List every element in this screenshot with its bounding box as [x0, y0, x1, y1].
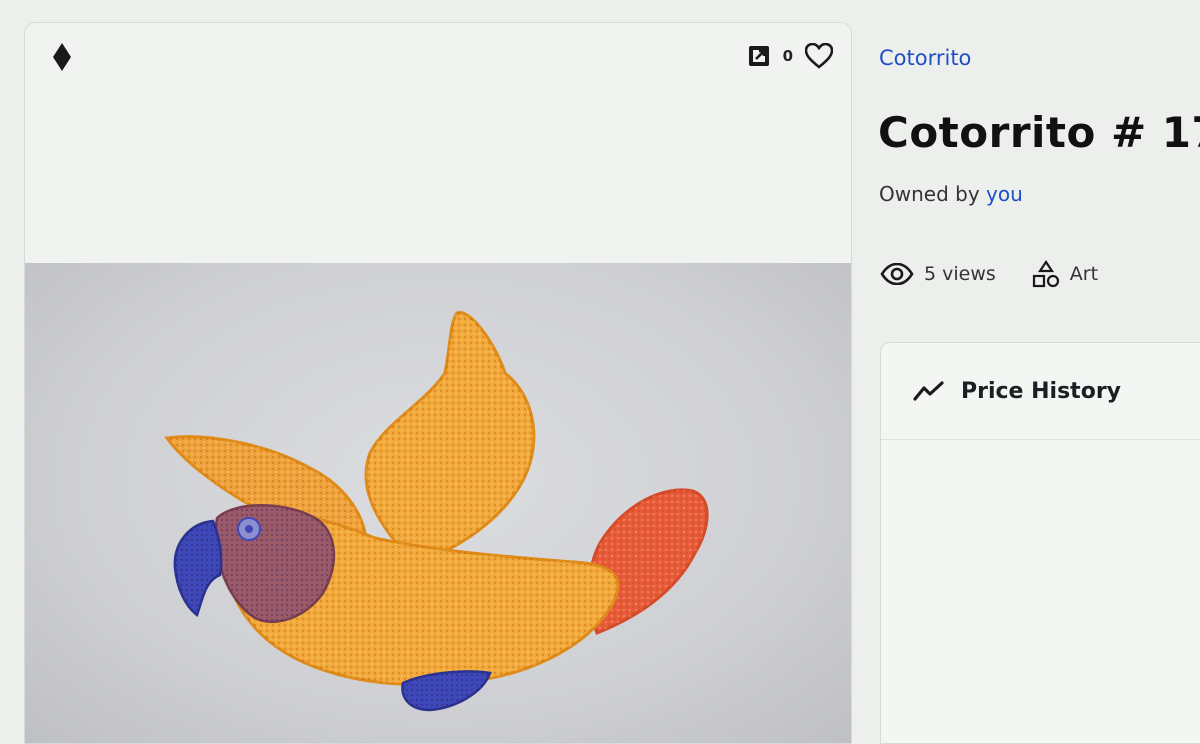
asset-title: Cotorrito # 17 — [878, 108, 1200, 157]
owner-link[interactable]: you — [986, 182, 1023, 206]
eye-icon — [880, 263, 914, 285]
category-stat[interactable]: Art — [1032, 260, 1098, 288]
like-count: 0 — [782, 47, 793, 65]
asset-image[interactable] — [25, 263, 851, 743]
price-history-header[interactable]: Price History — [881, 343, 1200, 440]
price-history-label: Price History — [961, 378, 1122, 404]
ethereum-icon — [53, 43, 71, 71]
category-label: Art — [1069, 263, 1099, 285]
parrot-illustration — [164, 311, 709, 712]
asset-card-header: 0 — [25, 23, 851, 263]
asset-actions: 0 — [747, 43, 833, 69]
external-link-icon — [748, 46, 769, 66]
collection-link[interactable]: Cotorrito — [879, 46, 971, 70]
price-history-panel: Price History — [880, 342, 1200, 744]
views-count: 5 views — [924, 263, 996, 285]
asset-card: 0 — [24, 22, 852, 744]
favorite-button[interactable] — [805, 43, 833, 69]
external-link-button[interactable] — [747, 44, 771, 68]
trend-line-icon — [913, 381, 944, 401]
heart-icon — [805, 43, 833, 69]
shapes-icon — [1032, 260, 1059, 288]
asset-stats: 5 views Art — [880, 260, 1134, 288]
owner-prefix: Owned by — [879, 182, 987, 206]
owner-line: Owned by you — [879, 182, 1023, 206]
views-stat: 5 views — [880, 263, 996, 285]
